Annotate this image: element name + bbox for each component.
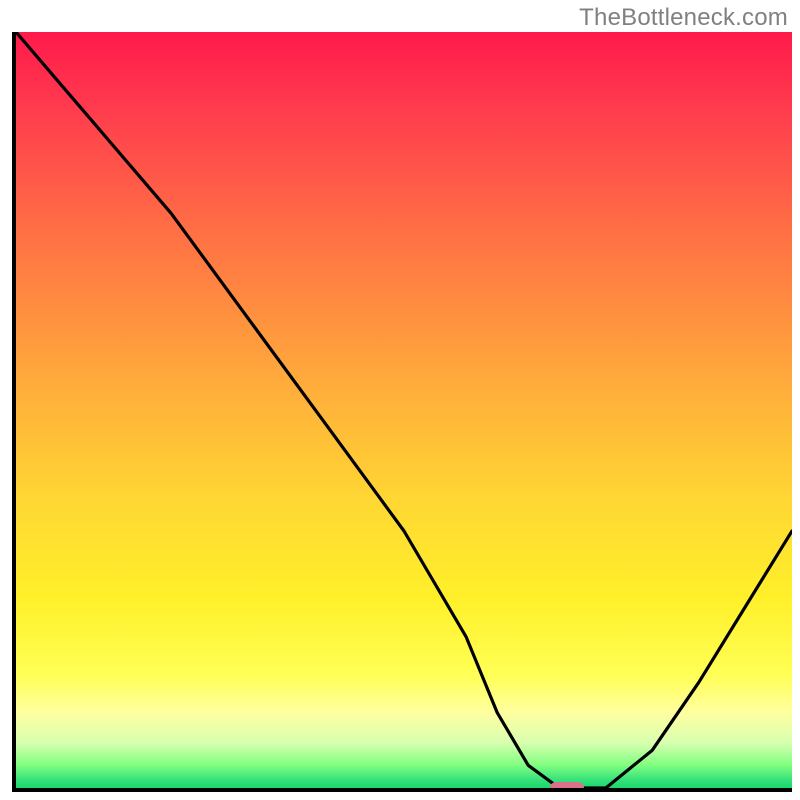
line-curve — [16, 32, 792, 788]
watermark-text: TheBottleneck.com — [579, 4, 788, 32]
plot-frame — [12, 32, 792, 792]
optimum-marker — [550, 782, 584, 792]
chart-container: TheBottleneck.com — [0, 0, 800, 800]
